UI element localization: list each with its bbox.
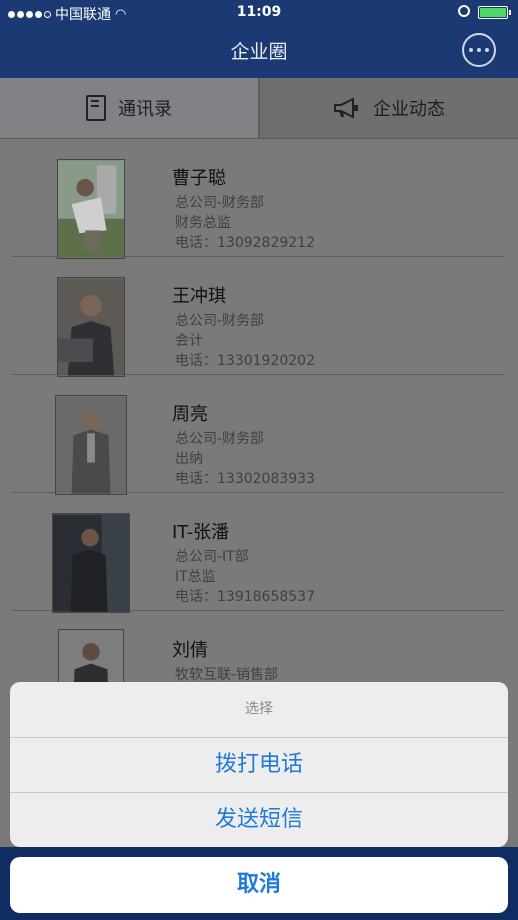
more-icon (469, 48, 473, 52)
contact-row[interactable]: 曹子聪 总公司-财务部 财务总监 电话：13092829212 (12, 139, 504, 259)
segment-tabs: 通讯录 企业动态 (0, 78, 518, 139)
contact-row[interactable]: IT-张潘 总公司-IT部 IT总监 电话：13918658537 (12, 493, 504, 613)
cancel-button[interactable]: 取消 (10, 857, 508, 913)
send-sms-button[interactable]: 发送短信 (10, 793, 508, 847)
contact-title: IT总监 (175, 569, 216, 585)
avatar (57, 159, 125, 259)
contact-dept: 总公司-IT部 (175, 549, 249, 565)
contact-name: 周亮 (172, 404, 208, 425)
tab-contacts-label: 通讯录 (118, 99, 172, 120)
contact-title: 会计 (175, 333, 203, 349)
tab-company-news-label: 企业动态 (373, 99, 445, 120)
battery-icon (478, 6, 511, 19)
contact-row[interactable]: 周亮 总公司-财务部 出纳 电话：13302083933 (12, 375, 504, 495)
tab-contacts[interactable]: 通讯录 (0, 78, 260, 138)
rotation-lock-icon (458, 5, 470, 17)
megaphone-icon (333, 97, 361, 119)
tab-company-news[interactable]: 企业动态 (260, 78, 518, 138)
contact-name: 王冲琪 (172, 286, 226, 307)
avatar (57, 277, 125, 377)
contact-title: 出纳 (175, 451, 203, 467)
contact-phone[interactable]: 电话：13918658537 (175, 586, 315, 606)
contact-name: IT-张潘 (172, 522, 230, 543)
contact-row[interactable]: 王冲琪 总公司-财务部 会计 电话：13301920202 (12, 257, 504, 377)
avatar (52, 513, 130, 613)
nav-bar: 企业圈 (0, 26, 518, 78)
contact-dept: 总公司-财务部 (175, 195, 265, 211)
contact-phone[interactable]: 电话：13302083933 (175, 468, 315, 488)
page-title: 企业圈 (230, 41, 288, 63)
contact-phone[interactable]: 电话：13092829212 (175, 232, 315, 252)
call-button[interactable]: 拨打电话 (10, 738, 508, 793)
status-time: 11:09 (236, 4, 282, 20)
contact-dept: 牧软互联-销售部 (175, 667, 279, 683)
book-icon (86, 95, 106, 121)
more-options-button[interactable] (462, 33, 496, 67)
contact-phone[interactable]: 电话：13301920202 (175, 350, 315, 370)
contact-name: 刘倩 (172, 640, 208, 661)
contact-dept: 总公司-财务部 (175, 431, 265, 447)
contact-title: 财务总监 (175, 215, 231, 231)
status-bar: 中国联通 ◠ 11:09 (0, 0, 518, 26)
action-sheet: 选择 拨打电话 发送短信 (10, 682, 508, 847)
contact-name: 曹子聪 (172, 168, 226, 189)
action-sheet-title: 选择 (10, 682, 508, 738)
contact-dept: 总公司-财务部 (175, 313, 265, 329)
avatar (55, 395, 127, 495)
